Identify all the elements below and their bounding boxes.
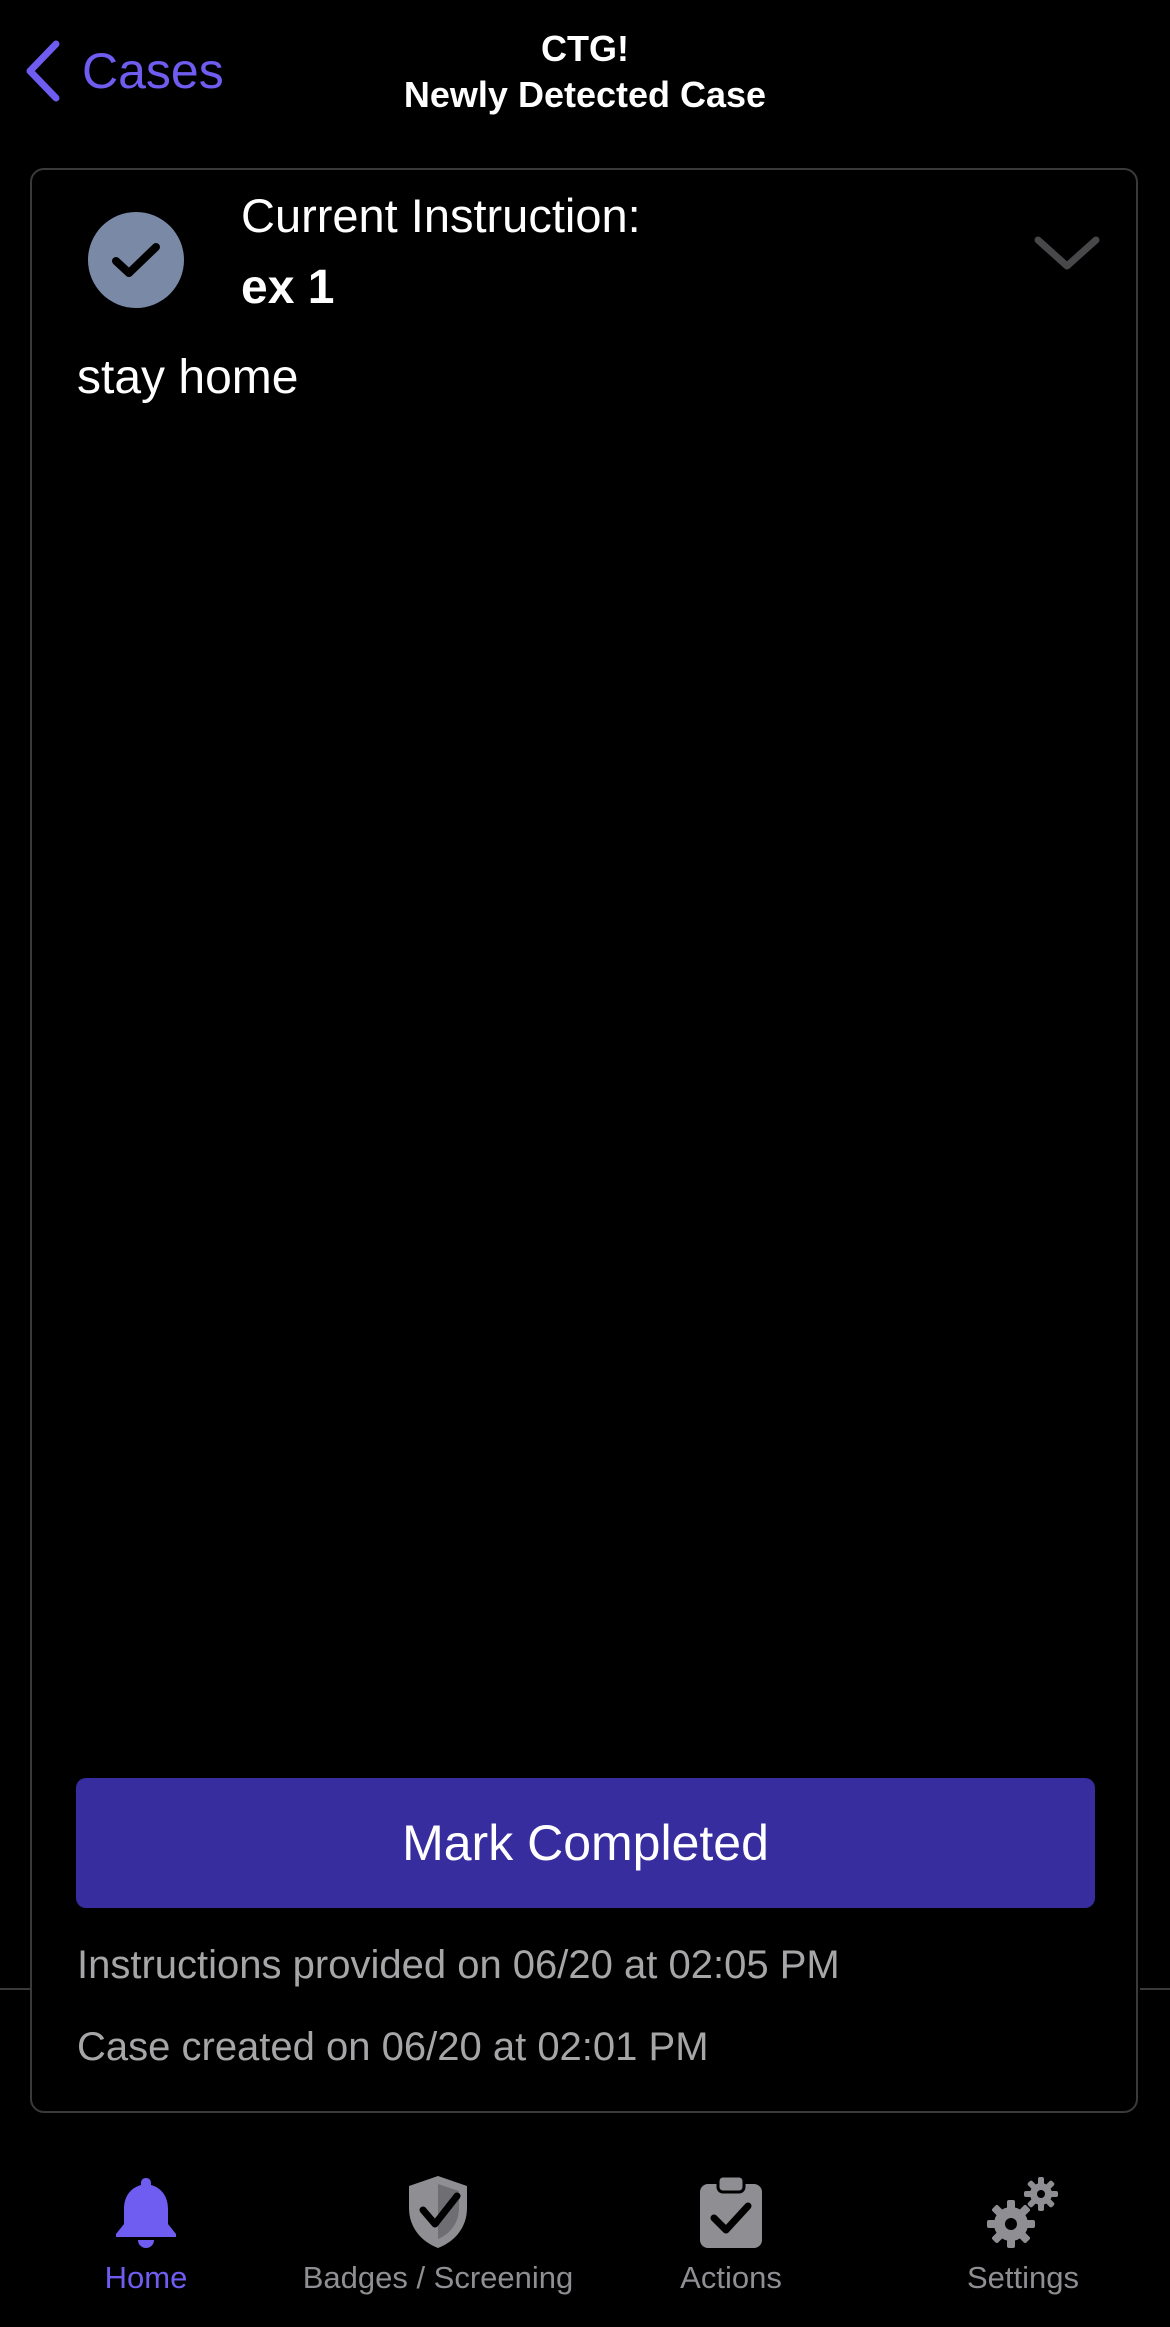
gears-icon (985, 2168, 1061, 2250)
title-app-name: CTG! (541, 28, 629, 69)
clipboard-check-icon (698, 2168, 764, 2250)
title-subtitle: Newly Detected Case (403, 74, 767, 115)
tab-label: Actions (680, 2260, 782, 2295)
chevron-down-icon[interactable] (1032, 230, 1102, 280)
page-title: CTG! Newly Detected Case (0, 26, 1170, 118)
divider (1140, 1988, 1170, 1990)
case-created-timestamp: Case created on 06/20 at 02:01 PM (77, 2025, 709, 2069)
tab-bar: Home Badges / Screening Actions Settings (0, 2150, 1170, 2327)
tab-settings[interactable]: Settings (877, 2150, 1169, 2300)
tab-badges-screening[interactable]: Badges / Screening (292, 2150, 584, 2300)
divider (0, 1988, 30, 1990)
shield-check-icon (405, 2168, 471, 2250)
tab-label: Home (104, 2260, 188, 2295)
instruction-heading: Current Instruction: (241, 189, 641, 242)
completed-check-icon (88, 212, 184, 308)
mark-completed-button[interactable]: Mark Completed (76, 1778, 1095, 1908)
tab-label: Badges / Screening (302, 2260, 574, 2295)
tab-home[interactable]: Home (0, 2150, 292, 2300)
tab-actions[interactable]: Actions (585, 2150, 877, 2300)
instructions-provided-timestamp: Instructions provided on 06/20 at 02:05 … (77, 1943, 840, 1987)
instruction-name: ex 1 (241, 261, 335, 314)
navigation-header: Cases CTG! Newly Detected Case (0, 0, 1170, 150)
instruction-body: stay home (77, 351, 299, 404)
instruction-card: Current Instruction: ex 1 stay home Mark… (30, 168, 1138, 2113)
tab-label: Settings (966, 2260, 1079, 2295)
bell-icon (111, 2168, 181, 2250)
